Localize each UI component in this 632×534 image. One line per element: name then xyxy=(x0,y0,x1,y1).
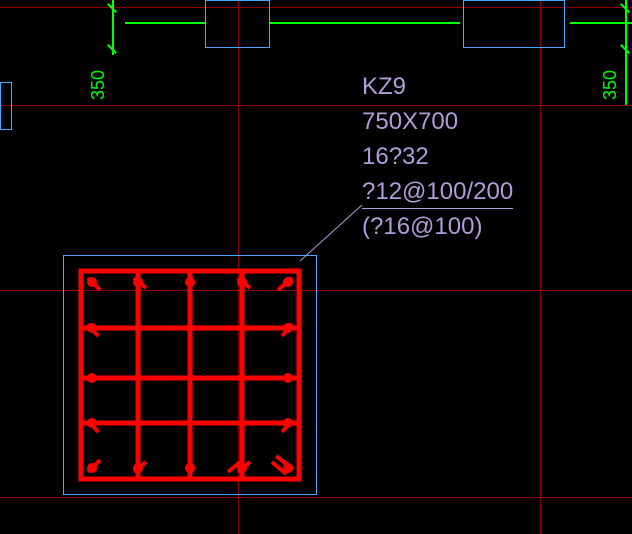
column-size: 750X700 xyxy=(362,108,458,136)
extra-stirrup-label: (?16@100) xyxy=(362,213,482,241)
dimension-label: 350 xyxy=(600,70,621,100)
grid-line-v xyxy=(540,0,541,534)
stirrup-label: ?12@100/200 xyxy=(362,178,513,209)
axis-line xyxy=(570,22,632,24)
column-name: KZ9 xyxy=(362,73,406,101)
grid-line-h xyxy=(0,497,632,498)
leader-line xyxy=(300,203,370,263)
axis-line xyxy=(270,22,460,24)
main-rebar-label: 16?32 xyxy=(362,143,429,171)
rebar-section xyxy=(78,268,302,482)
dimension-label: 350 xyxy=(88,70,109,100)
beam-section xyxy=(205,0,270,48)
grid-line-h xyxy=(0,105,632,106)
cad-canvas[interactable]: 350 350 KZ9 750X700 16?32 ?12@100/200 (?… xyxy=(0,0,632,534)
axis-line xyxy=(125,22,205,24)
beam-section xyxy=(463,0,565,48)
beam-section xyxy=(0,82,12,130)
